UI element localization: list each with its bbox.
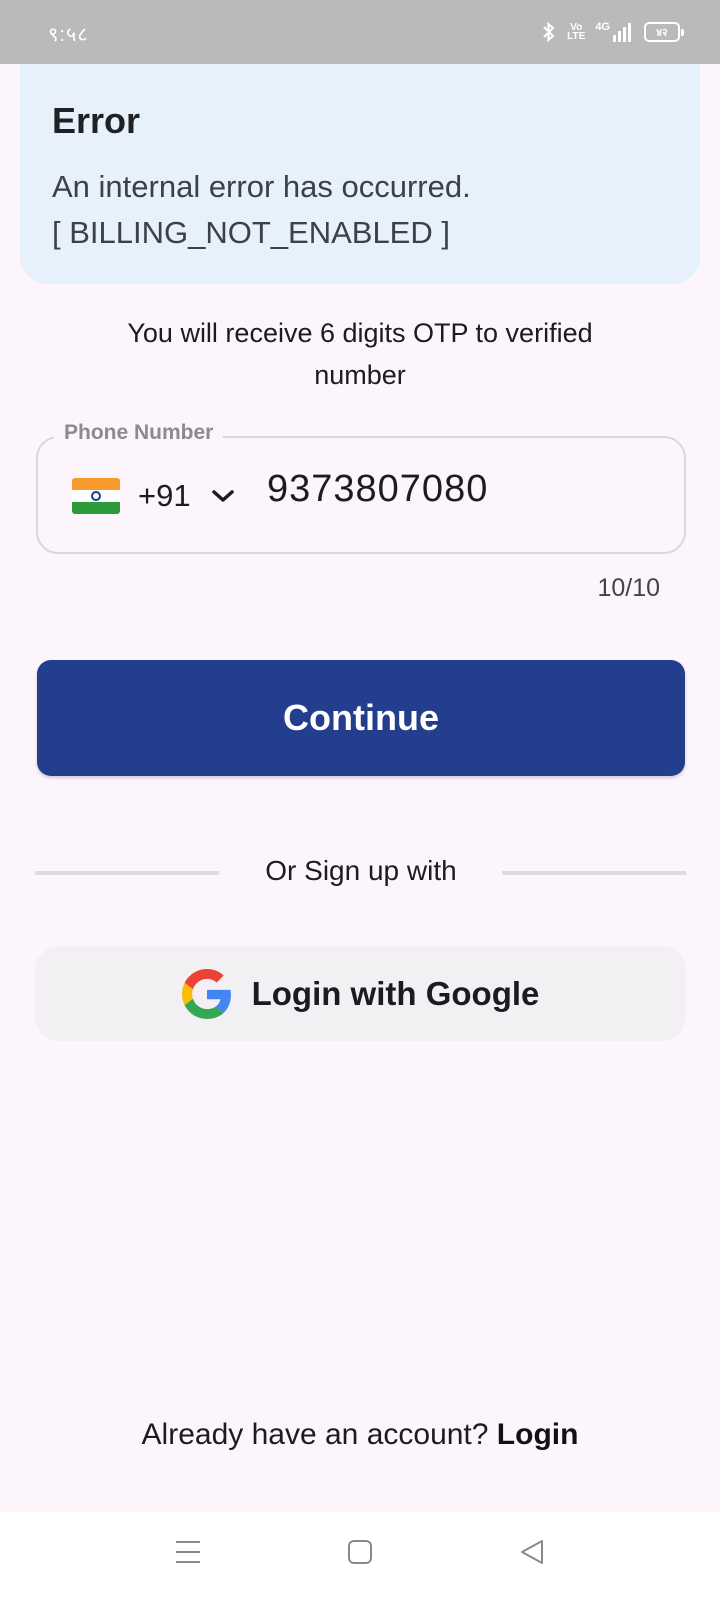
google-logo-icon <box>181 968 231 1019</box>
chevron-down-icon <box>211 490 234 502</box>
error-title: Error <box>52 100 141 141</box>
menu-icon[interactable] <box>174 1538 202 1566</box>
error-message: An internal error has occurred. [ BILLIN… <box>52 169 471 250</box>
continue-button[interactable]: Continue <box>37 660 685 776</box>
country-code-picker[interactable]: +91 <box>72 474 235 518</box>
login-prompt-text: Already have an account? <box>141 1418 489 1451</box>
status-icons: Vo LTE 4G ४२ <box>541 18 684 46</box>
status-bar: ९:५८ Vo LTE 4G ४२ <box>0 0 720 64</box>
signal-icon <box>613 23 631 42</box>
phone-number-label: Phone Number <box>54 421 224 445</box>
battery-level: ४२ <box>656 26 668 39</box>
divider-text: Or Sign up with <box>265 855 457 886</box>
status-time: ९:५८ <box>48 24 89 46</box>
error-card: Error An internal error has occurred. [ … <box>20 64 700 284</box>
network-type-icon: 4G <box>595 21 610 33</box>
phone-number-field[interactable]: Phone Number +91 9373807080 <box>36 421 686 554</box>
home-icon[interactable] <box>346 1538 374 1566</box>
back-icon[interactable] <box>518 1538 546 1566</box>
battery-icon: ४२ <box>644 22 684 42</box>
login-link[interactable]: Login <box>497 1418 579 1451</box>
volte-icon: Vo LTE <box>567 22 586 42</box>
phone-number-input[interactable]: 9373807080 <box>267 468 488 511</box>
dial-code: +91 <box>138 478 191 513</box>
continue-button-label: Continue <box>283 697 439 738</box>
india-flag-icon <box>72 478 120 514</box>
login-with-google-button[interactable]: Login with Google <box>35 946 686 1041</box>
login-prompt: Already have an account? Login <box>0 1418 720 1452</box>
divider-right <box>502 871 686 875</box>
bluetooth-icon <box>543 21 555 43</box>
character-counter: 10/10 <box>597 574 660 602</box>
otp-info-text: You will receive 6 digits OTP to verifie… <box>127 318 593 390</box>
system-nav-bar <box>0 1512 720 1600</box>
login-with-google-label: Login with Google <box>251 974 540 1012</box>
divider-left <box>35 871 219 875</box>
